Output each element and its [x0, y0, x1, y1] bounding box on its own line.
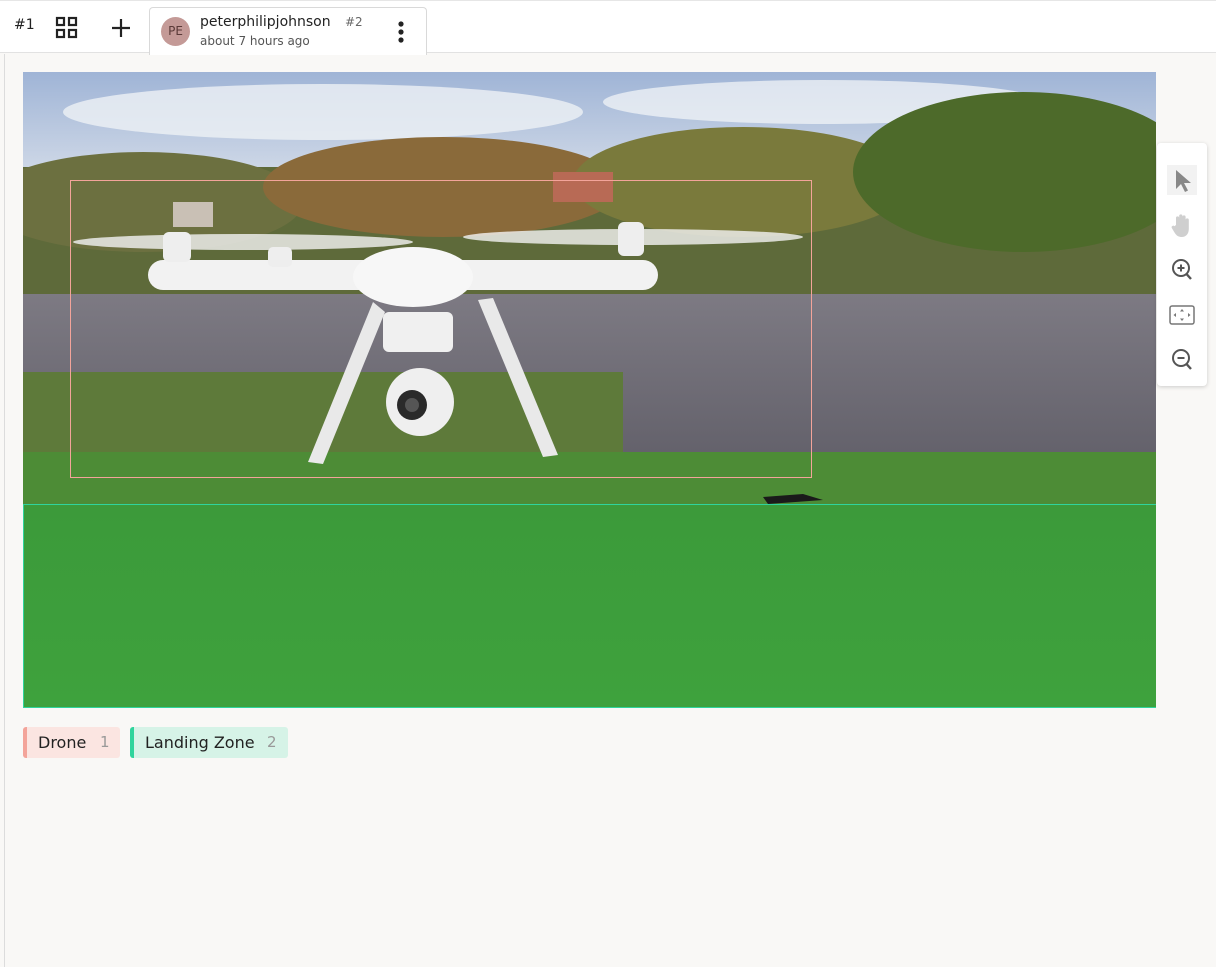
more-vertical-icon — [398, 21, 404, 43]
annotator-username: peterphilipjohnson — [200, 14, 331, 30]
label-hotkey: 2 — [267, 733, 277, 751]
zoom-out-icon — [1172, 349, 1192, 370]
zoom-out-button[interactable] — [1167, 345, 1197, 375]
annotation-id: #1 — [14, 17, 35, 33]
fit-to-screen-button[interactable] — [1167, 300, 1197, 330]
annotation-time: about 7 hours ago — [200, 34, 310, 48]
label-color-bar — [23, 727, 27, 758]
avatar: PE — [161, 17, 190, 46]
drone-bounding-box[interactable] — [70, 180, 812, 478]
left-border — [4, 54, 5, 967]
label-chip-drone[interactable]: Drone 1 — [23, 727, 120, 758]
zoom-in-button[interactable] — [1167, 255, 1197, 285]
annotation-menu-button[interactable] — [390, 17, 412, 47]
grid-icon — [55, 16, 78, 39]
add-annotation-button[interactable] — [106, 13, 136, 43]
label-name: Landing Zone — [145, 733, 255, 752]
annotation-topbar: #1 PE peterphilipjohnson #2 about 7 hour… — [0, 0, 1216, 55]
label-color-bar — [130, 727, 134, 758]
pan-icon — [1171, 214, 1189, 237]
label-chip-landing-zone[interactable]: Landing Zone 2 — [130, 727, 288, 758]
canvas-toolbar — [1157, 143, 1207, 386]
landing-zone-region[interactable] — [23, 504, 1156, 708]
grid-view-button[interactable] — [52, 13, 82, 43]
label-name: Drone — [38, 733, 87, 752]
label-hotkey: 1 — [100, 733, 110, 751]
zoom-in-icon — [1172, 259, 1192, 280]
image-canvas[interactable] — [23, 72, 1156, 708]
annotation-number: #2 — [345, 15, 363, 29]
fit-icon — [1169, 305, 1195, 325]
annotation-tab[interactable]: PE peterphilipjohnson #2 about 7 hours a… — [149, 7, 427, 55]
select-tool-button[interactable] — [1167, 165, 1197, 195]
pan-tool-button[interactable] — [1167, 210, 1197, 240]
plus-icon — [112, 19, 130, 37]
select-icon — [1176, 170, 1191, 192]
